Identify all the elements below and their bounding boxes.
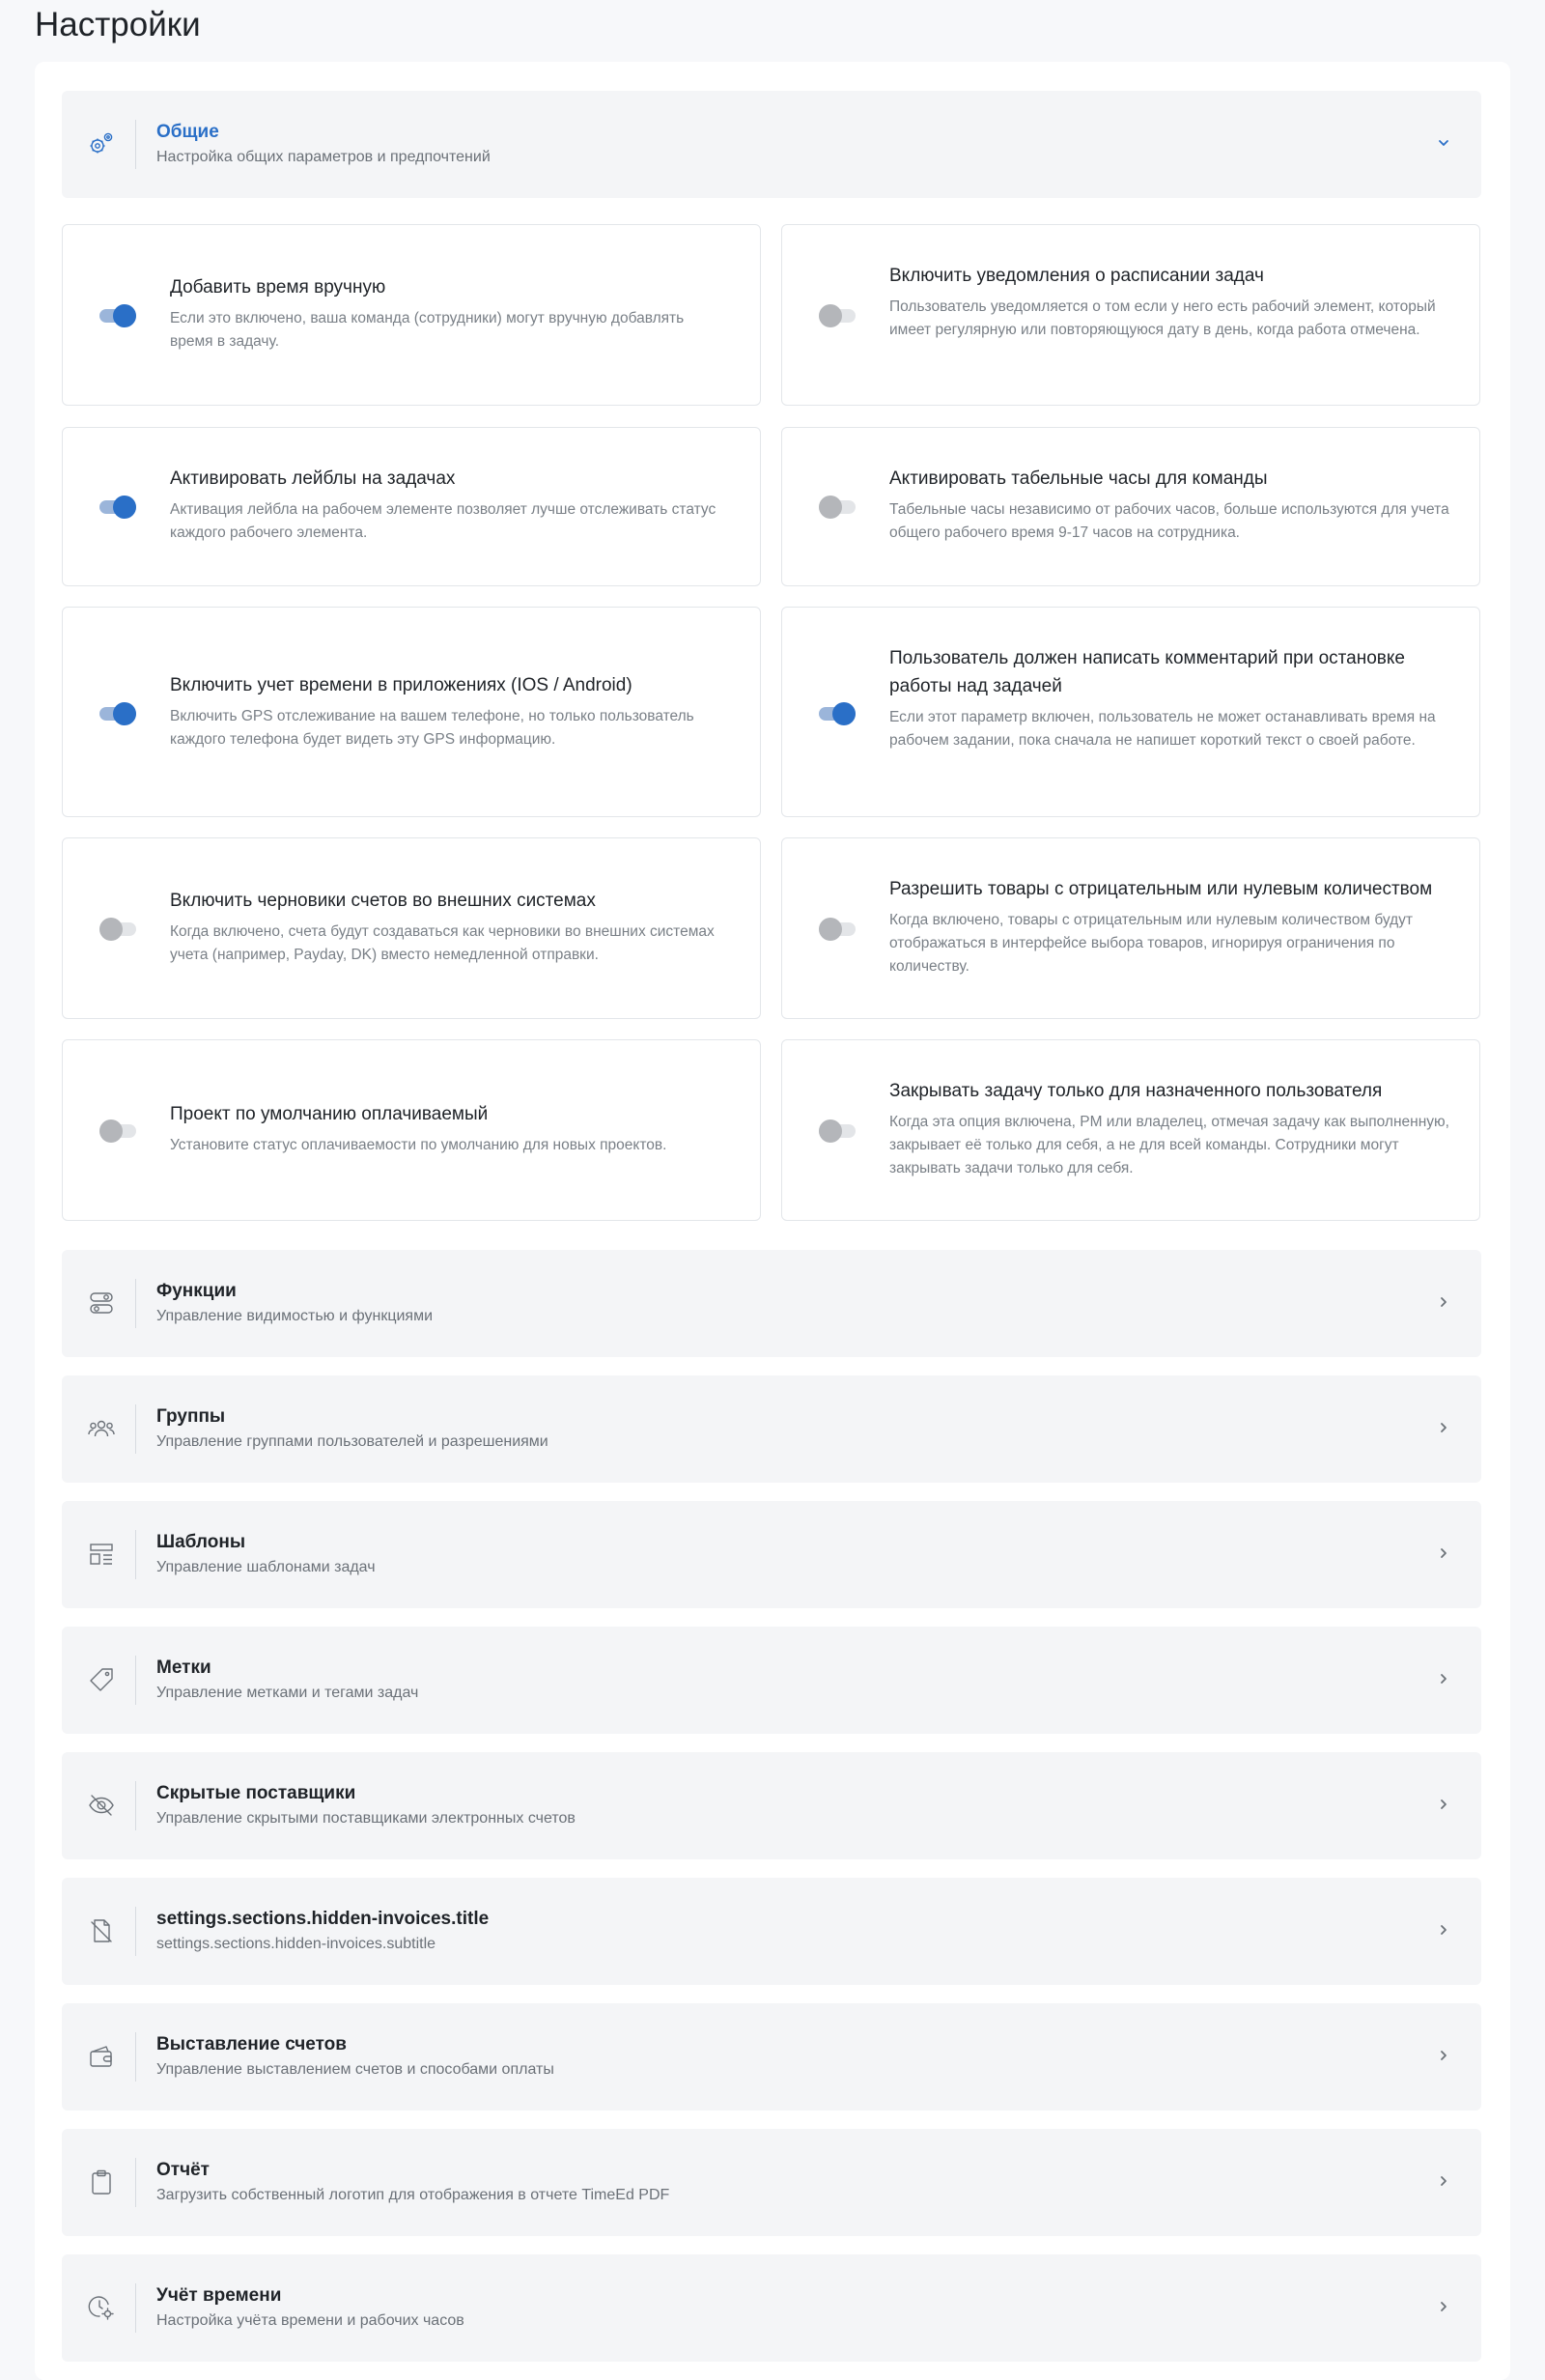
chevron-right-icon[interactable] <box>1433 1543 1454 1564</box>
toggle-switch-off[interactable] <box>819 303 856 328</box>
section-divider <box>135 120 136 169</box>
chevron-right-icon[interactable] <box>1433 1919 1454 1941</box>
section-title: Выставление счетов <box>156 2034 347 2054</box>
section-hidden-invoices[interactable]: settings.sections.hidden-invoices.title … <box>62 1878 1481 1985</box>
setting-description: Когда эта опция включена, PM или владеле… <box>889 1114 1449 1176</box>
toggle-switch-off[interactable] <box>819 1119 856 1144</box>
section-title: Метки <box>156 1658 211 1678</box>
settings-panel: Общие Настройка общих параметров и предп… <box>35 62 1510 2380</box>
setting-title: Включить учет времени в приложениях (IOS… <box>170 675 632 695</box>
setting-card: Закрывать задачу только для назначенного… <box>781 1039 1480 1221</box>
section-general[interactable]: Общие Настройка общих параметров и предп… <box>62 91 1481 198</box>
section-functions[interactable]: Функции Управление видимостью и функциям… <box>62 1250 1481 1357</box>
toggle-switch-off[interactable] <box>99 917 136 942</box>
document-off-icon <box>87 1912 116 1950</box>
setting-description: Включить GPS отслеживание на вашем телеф… <box>170 708 694 748</box>
clock-settings-icon <box>87 2288 116 2327</box>
toggle-switch-off[interactable] <box>819 495 856 520</box>
section-title: Шаблоны <box>156 1532 246 1552</box>
setting-card: Разрешить товары с отрицательным или нул… <box>781 837 1480 1019</box>
toggle-switch-on[interactable] <box>99 701 136 726</box>
page-title: Настройки <box>35 6 201 43</box>
chevron-right-icon[interactable] <box>1433 1291 1454 1313</box>
chevron-right-icon[interactable] <box>1433 1668 1454 1689</box>
section-title: settings.sections.hidden-invoices.title <box>156 1909 490 1929</box>
section-groups[interactable]: Группы Управление группами пользователей… <box>62 1375 1481 1483</box>
section-title: Скрытые поставщики <box>156 1783 356 1803</box>
section-billing[interactable]: Выставление счетов Управление выставлени… <box>62 2003 1481 2111</box>
chevron-right-icon[interactable] <box>1433 2170 1454 2192</box>
setting-title: Включить уведомления о расписании задач <box>889 266 1264 286</box>
toggle-switch-off[interactable] <box>819 917 856 942</box>
section-hidden-suppliers[interactable]: Скрытые поставщики Управление скрытыми п… <box>62 1752 1481 1859</box>
section-subtitle: Управление шаблонами задач <box>156 1559 376 1575</box>
setting-card: Добавить время вручную Если это включено… <box>62 224 761 406</box>
section-subtitle: settings.sections.hidden-invoices.subtit… <box>156 1936 436 1952</box>
gears-icon <box>87 125 116 163</box>
chevron-down-icon[interactable] <box>1433 132 1454 154</box>
setting-title: Проект по умолчанию оплачиваемый <box>170 1104 489 1124</box>
setting-card: Пользователь должен написать комментарий… <box>781 607 1480 817</box>
chevron-right-icon[interactable] <box>1433 1794 1454 1815</box>
setting-card: Проект по умолчанию оплачиваемый Установ… <box>62 1039 761 1221</box>
section-subtitle: Управление группами пользователей и разр… <box>156 1433 548 1450</box>
section-title: Отчёт <box>156 2160 210 2180</box>
setting-description: Пользователь уведомляется о том если у н… <box>889 298 1436 338</box>
section-templates[interactable]: Шаблоны Управление шаблонами задач <box>62 1501 1481 1608</box>
setting-title: Добавить время вручную <box>170 277 386 298</box>
setting-title: Активировать лейблы на задачах <box>170 468 456 489</box>
setting-title: Включить черновики счетов во внешних сис… <box>170 891 596 911</box>
section-title: Общие <box>156 122 219 142</box>
section-report[interactable]: Отчёт Загрузить собственный логотип для … <box>62 2129 1481 2236</box>
section-title: Учёт времени <box>156 2285 282 2306</box>
section-subtitle: Управление видимостью и функциями <box>156 1308 434 1324</box>
section-subtitle: Загрузить собственный логотип для отобра… <box>156 2187 670 2203</box>
setting-title: Активировать табельные часы для команды <box>889 468 1268 489</box>
setting-card: Активировать табельные часы для команды … <box>781 427 1480 586</box>
wallet-icon <box>87 2037 116 2076</box>
section-subtitle: Настройка учёта времени и рабочих часов <box>156 2312 464 2329</box>
setting-card: Включить черновики счетов во внешних сис… <box>62 837 761 1019</box>
section-time-tracking[interactable]: Учёт времени Настройка учёта времени и р… <box>62 2254 1481 2362</box>
clipboard-icon <box>87 2163 116 2201</box>
setting-description: Когда включено, счета будут создаваться … <box>170 923 715 963</box>
section-subtitle: Управление выставлением счетов и способа… <box>156 2061 554 2078</box>
eye-off-icon <box>87 1786 116 1825</box>
template-icon <box>87 1535 116 1573</box>
chevron-right-icon[interactable] <box>1433 1417 1454 1438</box>
section-subtitle: Настройка общих параметров и предпочтени… <box>156 149 491 165</box>
setting-title: Закрывать задачу только для назначенного… <box>889 1081 1383 1101</box>
setting-card: Включить уведомления о расписании задач … <box>781 224 1480 406</box>
setting-description: Активация лейбла на рабочем элементе поз… <box>170 501 716 541</box>
setting-description: Установите статус оплачиваемости по умол… <box>170 1137 667 1153</box>
setting-card: Активировать лейблы на задачах Активация… <box>62 427 761 586</box>
setting-description: Табельные часы независимо от рабочих час… <box>889 501 1449 541</box>
toggles-icon <box>87 1284 116 1322</box>
section-labels[interactable]: Метки Управление метками и тегами задач <box>62 1627 1481 1734</box>
section-title: Группы <box>156 1406 226 1427</box>
setting-title: Пользователь должен написать комментарий… <box>889 648 1405 696</box>
section-subtitle: Управление скрытыми поставщиками электро… <box>156 1810 576 1827</box>
section-subtitle: Управление метками и тегами задач <box>156 1685 419 1701</box>
setting-card: Включить учет времени в приложениях (IOS… <box>62 607 761 817</box>
tag-icon <box>87 1660 116 1699</box>
setting-description: Когда включено, товары с отрицательным и… <box>889 912 1413 975</box>
toggle-switch-on[interactable] <box>819 701 856 726</box>
toggle-switch-off[interactable] <box>99 1119 136 1144</box>
chevron-right-icon[interactable] <box>1433 2296 1454 2317</box>
section-title: Функции <box>156 1281 237 1301</box>
setting-title: Разрешить товары с отрицательным или нул… <box>889 879 1433 899</box>
users-icon <box>87 1409 116 1448</box>
toggle-switch-on[interactable] <box>99 303 136 328</box>
chevron-right-icon[interactable] <box>1433 2045 1454 2066</box>
toggle-switch-on[interactable] <box>99 495 136 520</box>
setting-description: Если этот параметр включен, пользователь… <box>889 709 1436 749</box>
setting-description: Если это включено, ваша команда (сотрудн… <box>170 310 685 350</box>
